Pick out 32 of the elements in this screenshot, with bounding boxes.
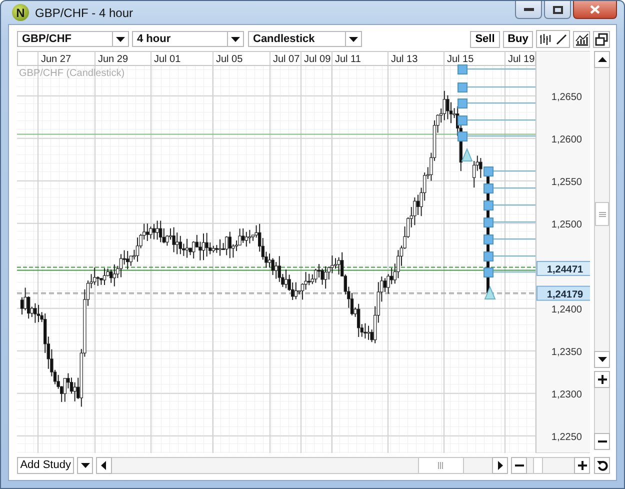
dropdown-value: GBP/CHF	[21, 32, 72, 46]
dropdown-value: Candlestick	[252, 32, 316, 46]
date-label: Jul 05	[216, 54, 243, 65]
window-title: GBP/CHF - 4 hour	[35, 6, 134, 20]
dropdown[interactable]: 4 hour	[132, 31, 244, 47]
date-label: Jul 11	[335, 54, 361, 65]
date-label: Jul 07	[273, 54, 300, 65]
dropdown-value: 4 hour	[136, 32, 172, 46]
date-label: Jul 09	[304, 54, 331, 65]
price-label: 1,2550	[551, 177, 582, 188]
price-label: 1,2350	[551, 347, 582, 358]
date-label: Jul 01	[154, 54, 181, 65]
trade-button[interactable]: Buy	[503, 30, 533, 48]
price-label: 1,2400	[551, 304, 582, 316]
add-study-button[interactable]: Add Study	[17, 456, 74, 474]
dropdown[interactable]: Candlestick	[248, 31, 362, 47]
date-label: Jun 27	[41, 54, 72, 65]
price-tag: 1,24179	[536, 286, 590, 301]
chart-legend: GBP/CHF (Candlestick)	[19, 68, 125, 79]
trade-button[interactable]: Sell	[470, 30, 500, 48]
date-label: Jul 13	[391, 54, 418, 65]
price-label: 1,2250	[551, 432, 582, 443]
price-label: 1,2500	[551, 220, 582, 230]
price-label: 1,2650	[551, 92, 582, 103]
price-label: 1,2600	[551, 134, 582, 146]
date-label: Jun 29	[98, 54, 128, 65]
app-logo-icon: N	[12, 4, 29, 21]
price-label: 1,2300	[551, 390, 582, 400]
dropdown[interactable]: GBP/CHF	[17, 31, 129, 47]
date-label: Jul 19	[508, 54, 535, 65]
date-label: Jul 15	[447, 54, 474, 65]
price-tag: 1,24471	[536, 260, 590, 276]
